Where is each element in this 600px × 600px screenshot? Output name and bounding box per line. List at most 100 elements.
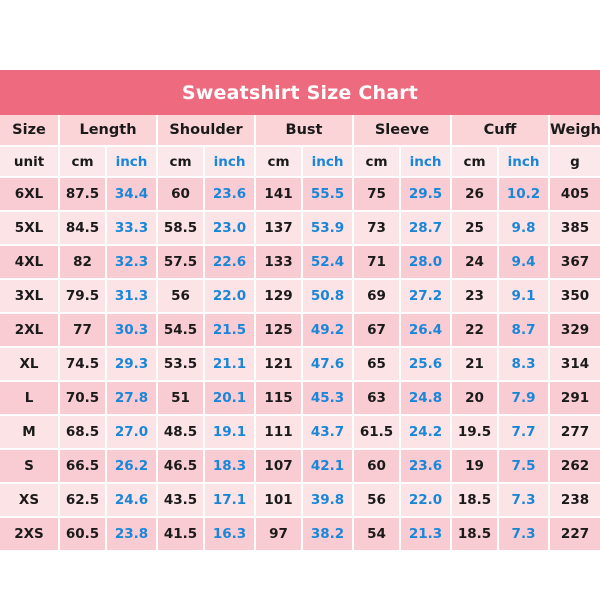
cell-sleeve-cm: 75 (354, 178, 402, 212)
cell-bust-cm: 101 (256, 484, 304, 518)
cell-cuff-inch: 7.9 (499, 382, 551, 416)
cell-bust-inch: 55.5 (303, 178, 355, 212)
page-title: Sweatshirt Size Chart (181, 81, 419, 104)
cell-cuff-inch: 7.3 (499, 484, 551, 518)
cell-length-inch: 30.3 (107, 314, 158, 348)
table-row: 3XL 79.5 31.3 56 22.0 129 50.8 69 27.2 23 9.1 350 (0, 280, 600, 314)
cell-cuff-inch: 7.5 (499, 450, 551, 484)
cell-bust-inch: 43.7 (303, 416, 355, 450)
cell-shoulder-inch: 23.0 (205, 212, 257, 246)
cell-weight-g: 238 (550, 484, 600, 518)
cell-bust-cm: 133 (256, 246, 304, 280)
cell-sleeve-cm: 63 (354, 382, 402, 416)
unit-length-cm: cm (60, 147, 107, 178)
cell-sleeve-inch: 23.6 (401, 450, 453, 484)
table-row: XL 74.5 29.3 53.5 21.1 121 47.6 65 25.6 21 8.3 314 (0, 348, 600, 382)
cell-shoulder-inch: 17.1 (205, 484, 257, 518)
cell-sleeve-inch: 24.2 (401, 416, 453, 450)
unit-weight-g: g (550, 147, 600, 178)
cell-sleeve-inch: 25.6 (401, 348, 453, 382)
cell-weight-g: 405 (550, 178, 600, 212)
unit-cuff-cm: cm (452, 147, 500, 178)
table-unit-row: unit cm inch cm inch cm inch cm inch cm … (0, 147, 600, 178)
cell-length-inch: 26.2 (107, 450, 158, 484)
unit-bust-inch: inch (303, 147, 355, 178)
unit-cuff-inch: inch (499, 147, 551, 178)
unit-shoulder-cm: cm (158, 147, 205, 178)
column-header-weight: Weight (550, 115, 600, 147)
cell-weight-g: 277 (550, 416, 600, 450)
cell-bust-cm: 111 (256, 416, 304, 450)
cell-cuff-cm: 21 (452, 348, 500, 382)
table-body: 6XL 87.5 34.4 60 23.6 141 55.5 75 29.5 26 10.2 405 5… (0, 178, 600, 550)
cell-shoulder-inch: 21.1 (205, 348, 257, 382)
cell-weight-g: 291 (550, 382, 600, 416)
table-row: XS 62.5 24.6 43.5 17.1 101 39.8 56 22.0 18.5 7.3 23… (0, 484, 600, 518)
cell-length-inch: 27.0 (107, 416, 158, 450)
cell-bust-inch: 47.6 (303, 348, 355, 382)
cell-bust-cm: 121 (256, 348, 304, 382)
cell-size: XS (0, 484, 60, 518)
cell-shoulder-inch: 21.5 (205, 314, 257, 348)
table-row: M 68.5 27.0 48.5 19.1 111 43.7 61.5 24.2 19.5 7.7 2… (0, 416, 600, 450)
cell-length-inch: 31.3 (107, 280, 158, 314)
cell-cuff-cm: 19.5 (452, 416, 500, 450)
cell-weight-g: 385 (550, 212, 600, 246)
cell-bust-inch: 39.8 (303, 484, 355, 518)
cell-sleeve-cm: 56 (354, 484, 402, 518)
cell-shoulder-cm: 57.5 (158, 246, 205, 280)
cell-sleeve-cm: 61.5 (354, 416, 402, 450)
cell-length-cm: 84.5 (60, 212, 107, 246)
cell-length-inch: 33.3 (107, 212, 158, 246)
cell-size: 2XL (0, 314, 60, 348)
cell-shoulder-cm: 54.5 (158, 314, 205, 348)
cell-bust-cm: 107 (256, 450, 304, 484)
cell-shoulder-cm: 58.5 (158, 212, 205, 246)
cell-shoulder-inch: 16.3 (205, 518, 257, 550)
cell-cuff-inch: 8.3 (499, 348, 551, 382)
cell-cuff-cm: 18.5 (452, 518, 500, 550)
table-row: 4XL 82 32.3 57.5 22.6 133 52.4 71 28.0 24 9.4 367 (0, 246, 600, 280)
cell-length-inch: 32.3 (107, 246, 158, 280)
cell-bust-inch: 45.3 (303, 382, 355, 416)
cell-size: 4XL (0, 246, 60, 280)
column-header-cuff: Cuff (452, 115, 551, 147)
cell-weight-g: 227 (550, 518, 600, 550)
cell-shoulder-inch: 23.6 (205, 178, 257, 212)
unit-bust-cm: cm (256, 147, 304, 178)
cell-length-inch: 27.8 (107, 382, 158, 416)
cell-length-cm: 79.5 (60, 280, 107, 314)
cell-cuff-inch: 9.8 (499, 212, 551, 246)
table-row: 5XL 84.5 33.3 58.5 23.0 137 53.9 73 28.7 25 9.8 385 (0, 212, 600, 246)
cell-shoulder-inch: 22.0 (205, 280, 257, 314)
cell-shoulder-cm: 48.5 (158, 416, 205, 450)
cell-bust-inch: 49.2 (303, 314, 355, 348)
cell-length-cm: 70.5 (60, 382, 107, 416)
cell-cuff-inch: 7.7 (499, 416, 551, 450)
cell-cuff-cm: 20 (452, 382, 500, 416)
cell-sleeve-cm: 73 (354, 212, 402, 246)
cell-size: S (0, 450, 60, 484)
cell-length-inch: 24.6 (107, 484, 158, 518)
cell-bust-inch: 42.1 (303, 450, 355, 484)
cell-cuff-inch: 9.1 (499, 280, 551, 314)
cell-cuff-inch: 7.3 (499, 518, 551, 550)
cell-sleeve-inch: 26.4 (401, 314, 453, 348)
cell-weight-g: 329 (550, 314, 600, 348)
size-chart-table: Size Length Shoulder Bust Sleeve Cuff We… (0, 115, 600, 550)
cell-length-cm: 68.5 (60, 416, 107, 450)
chart-title-bar: Sweatshirt Size Chart (0, 70, 600, 115)
cell-sleeve-inch: 29.5 (401, 178, 453, 212)
cell-size: 6XL (0, 178, 60, 212)
cell-sleeve-cm: 54 (354, 518, 402, 550)
cell-bust-cm: 125 (256, 314, 304, 348)
cell-shoulder-cm: 60 (158, 178, 205, 212)
column-header-shoulder: Shoulder (158, 115, 257, 147)
cell-length-cm: 74.5 (60, 348, 107, 382)
cell-shoulder-inch: 18.3 (205, 450, 257, 484)
unit-shoulder-inch: inch (205, 147, 257, 178)
cell-sleeve-inch: 22.0 (401, 484, 453, 518)
cell-length-cm: 60.5 (60, 518, 107, 550)
column-header-bust: Bust (256, 115, 355, 147)
cell-shoulder-cm: 56 (158, 280, 205, 314)
